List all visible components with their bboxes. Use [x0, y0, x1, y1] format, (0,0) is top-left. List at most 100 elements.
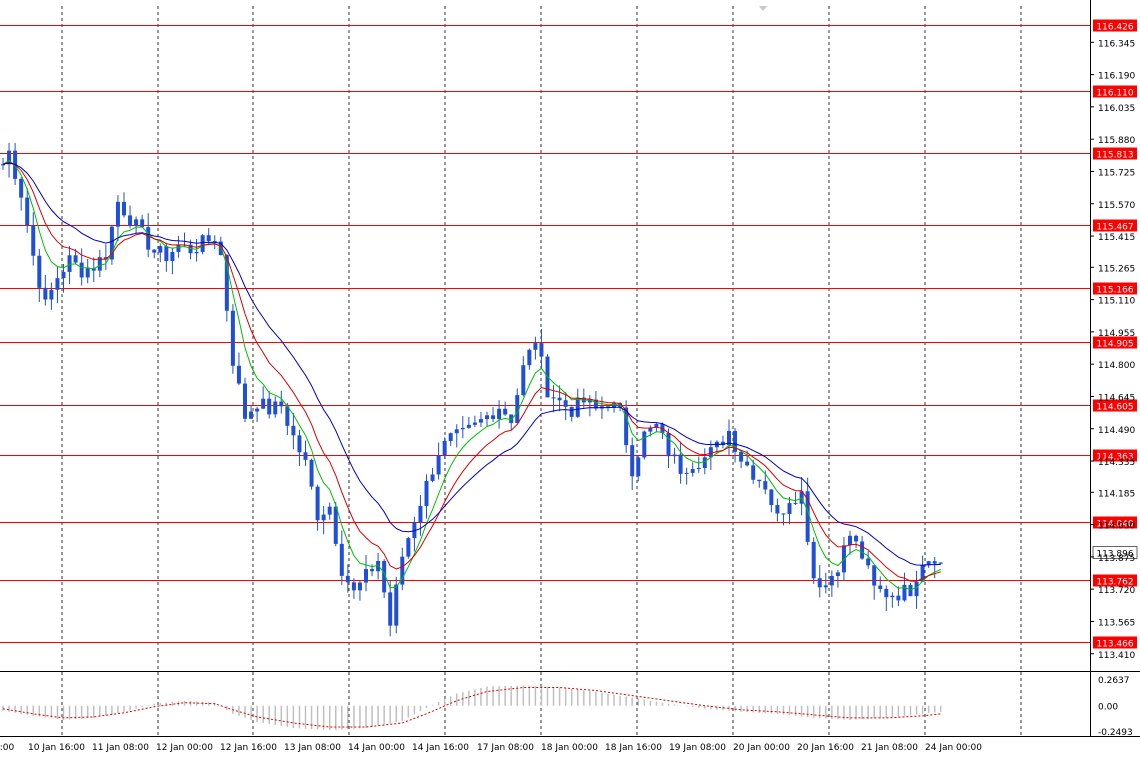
candle-body [908, 584, 913, 597]
candle-body [466, 424, 471, 428]
candle-body [551, 397, 556, 399]
candle-body [448, 433, 453, 441]
indicator-y-tick-label: 0.00 [1098, 703, 1118, 713]
candle-body [503, 408, 508, 415]
indicator-y-tick-label: -0.2493 [1098, 728, 1133, 738]
candle-body [279, 401, 284, 407]
candle-body [31, 225, 36, 256]
y-axis-tick-label: 114.030 [1098, 522, 1135, 532]
candle-body [61, 271, 66, 279]
candle-body [914, 581, 919, 597]
candle-body [140, 219, 145, 228]
candle-body [811, 541, 816, 579]
y-axis-tick-label: 115.415 [1098, 233, 1135, 243]
candle-body [533, 343, 538, 350]
candle-body [769, 489, 774, 506]
x-axis-tick-label: 12 Jan 16:00 [220, 743, 277, 753]
y-axis-tick-label: 116.035 [1098, 104, 1135, 114]
candle-body [642, 431, 647, 458]
candle-body [243, 383, 247, 419]
y-axis-tick-label: 113.410 [1098, 651, 1135, 661]
candle-body [690, 469, 695, 473]
candle-body [345, 575, 350, 583]
candle-body [357, 582, 362, 591]
candle-body [255, 408, 260, 412]
candle-body [321, 514, 326, 521]
candle-body [872, 565, 877, 586]
y-axis-tick-label: 115.265 [1098, 264, 1135, 274]
x-axis-tick-label: 20 Jan 00:00 [733, 743, 790, 753]
candle-body [696, 467, 701, 470]
candle-body [739, 451, 744, 462]
candle-body [236, 365, 241, 384]
candle-body [751, 465, 756, 480]
candle-body [497, 408, 502, 419]
candle-body [527, 349, 532, 366]
level-price-tag-text: 115.467 [1096, 223, 1133, 233]
candle-body [878, 585, 883, 589]
candle-body [49, 289, 54, 300]
candle-body [152, 249, 157, 253]
candle-body [333, 506, 338, 544]
x-axis-tick-label: 12 Jan 00:00 [156, 743, 213, 753]
candle-body [388, 592, 393, 626]
candle-body [297, 435, 302, 453]
candle-body [291, 425, 296, 436]
x-axis-tick-label: 10 Jan 16:00 [28, 743, 85, 753]
candle-body [678, 454, 683, 474]
candle-body [25, 197, 30, 226]
candle-body [787, 503, 792, 514]
candle-body [841, 545, 846, 573]
candle-body [164, 246, 169, 262]
candle-body [309, 459, 314, 487]
y-axis-tick-label: 115.880 [1098, 136, 1135, 146]
candle-body [557, 397, 562, 401]
candle-body [146, 227, 151, 250]
y-axis-tick-label: 115.110 [1098, 297, 1135, 307]
candle-body [273, 401, 278, 415]
candle-body [860, 541, 865, 559]
candle-body [454, 429, 459, 434]
candle-body [521, 365, 526, 396]
candle-body [848, 535, 852, 546]
y-axis-tick-label: 113.720 [1098, 586, 1135, 596]
candle-body [884, 588, 889, 598]
candle-body [67, 255, 72, 272]
trading-chart: 116.426 116.110 115.813 115.467 115.166 114.9… [0, 0, 1140, 757]
candle-body [327, 506, 332, 515]
candle-body [823, 585, 828, 588]
candle-body [817, 578, 822, 588]
candle-body [630, 445, 635, 477]
candle-body [835, 572, 840, 577]
y-axis-tick-label: 116.190 [1098, 72, 1135, 82]
candle-body [158, 246, 163, 253]
candle-body [424, 480, 429, 507]
candle-body [370, 569, 375, 572]
candle-body [485, 415, 489, 420]
chart-svg: 116.426 116.110 115.813 115.467 115.166 114.9… [0, 0, 1140, 757]
candle-body [55, 278, 60, 290]
candle-body [436, 455, 441, 475]
candle-body [170, 251, 175, 262]
level-price-tag-text: 116.426 [1096, 23, 1133, 33]
x-axis-tick-label: 14 Jan 16:00 [412, 743, 469, 753]
candle-body [249, 411, 254, 419]
y-axis-tick-label: 113.565 [1098, 618, 1135, 628]
x-axis-tick-label: 13 Jan 08:00 [284, 743, 341, 753]
level-price-tag-text: 113.466 [1096, 640, 1133, 650]
candle-body [775, 505, 780, 514]
candle-body [793, 503, 798, 505]
y-axis-tick-label: 115.570 [1098, 201, 1135, 211]
candle-body [563, 400, 568, 407]
candle-body [890, 595, 895, 598]
chart-background [0, 0, 1140, 757]
x-axis-tick-label: 18 Jan 16:00 [605, 743, 662, 753]
candle-body [115, 201, 120, 227]
candle-body [569, 406, 574, 417]
y-axis-tick-label: 115.725 [1098, 168, 1135, 178]
candle-body [134, 219, 139, 226]
candle-body [829, 576, 834, 586]
x-axis-tick-label: 0:00 [0, 743, 14, 753]
y-axis-tick-label: 116.345 [1098, 39, 1135, 49]
candle-body [478, 419, 483, 423]
